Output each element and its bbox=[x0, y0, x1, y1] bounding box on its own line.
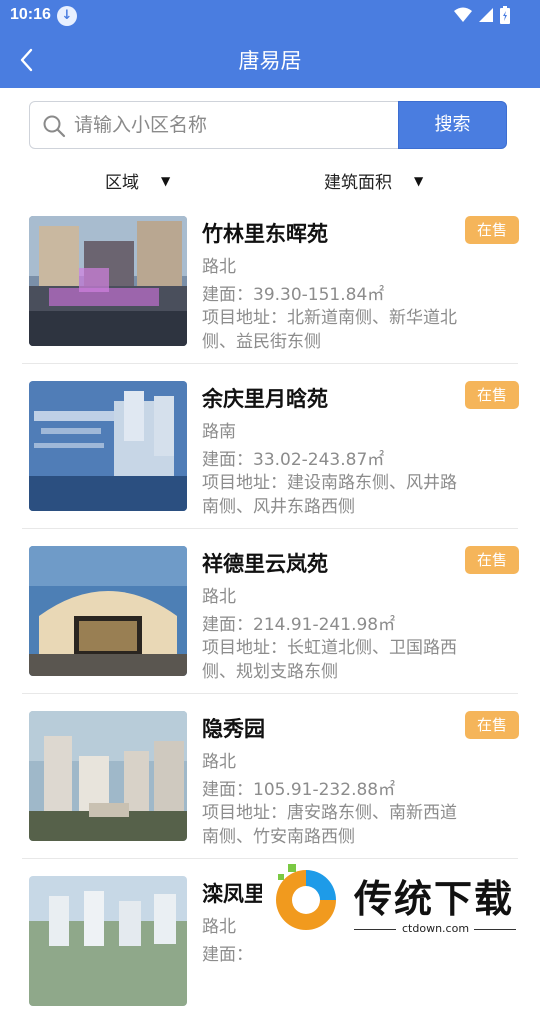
divider bbox=[354, 929, 396, 930]
listing-photo bbox=[29, 381, 187, 511]
listing-address: 项目地址：北新道南侧、新华道北侧、益民街东侧 bbox=[202, 308, 457, 352]
filter-building-area[interactable]: 建筑面积 ▼ bbox=[324, 168, 423, 193]
search-box[interactable] bbox=[29, 101, 399, 149]
status-badge: 在售 bbox=[465, 216, 519, 244]
listing-road: 路北 bbox=[202, 587, 236, 607]
watermark-logo-icon bbox=[276, 864, 336, 930]
signal-icon bbox=[479, 8, 493, 22]
list-item[interactable]: 隐秀园 路北 建面：105.91-232.88㎡ 项目地址：唐安路东侧、南新西道… bbox=[22, 695, 519, 859]
wifi-icon bbox=[454, 7, 472, 22]
listing-address: 项目地址：长虹道北侧、卫国路西侧、规划支路东侧 bbox=[202, 638, 457, 682]
listing-photo bbox=[29, 216, 187, 346]
watermark-text: 传统下载 bbox=[354, 877, 515, 921]
status-badge: 在售 bbox=[465, 381, 519, 409]
listing-address: 项目地址：唐安路东侧、南新西道南侧、竹安南路西侧 bbox=[202, 803, 457, 847]
listing-road: 路北 bbox=[202, 752, 236, 772]
listing-road: 路南 bbox=[202, 422, 236, 442]
listing-photo bbox=[29, 711, 187, 841]
listing-road: 路北 bbox=[202, 257, 236, 277]
list-item[interactable]: 余庆里月晗苑 路南 建面：33.02-243.87㎡ 项目地址：建设南路东侧、风… bbox=[22, 365, 519, 529]
listing-area: 建面：105.91-232.88㎡ bbox=[202, 780, 396, 800]
listing-name: 隐秀园 bbox=[202, 717, 265, 741]
caret-down-icon: ▼ bbox=[414, 173, 424, 188]
listing-area: 建面：33.02-243.87㎡ bbox=[202, 450, 385, 470]
search-icon bbox=[43, 115, 66, 138]
filter-area-label: 建筑面积 bbox=[324, 173, 392, 193]
caret-down-icon: ▼ bbox=[161, 173, 171, 188]
listing-name: 竹林里东晖苑 bbox=[202, 222, 328, 246]
listing-photo bbox=[29, 546, 187, 676]
status-icons bbox=[454, 6, 510, 24]
listing-name: 祥德里云岚苑 bbox=[202, 552, 328, 576]
download-icon: ↓ bbox=[57, 6, 77, 26]
divider bbox=[22, 363, 518, 364]
status-bar: 10:16 ↓ bbox=[0, 0, 540, 32]
list-item[interactable]: 祥德里云岚苑 路北 建面：214.91-241.98㎡ 项目地址：长虹道北侧、卫… bbox=[22, 530, 519, 694]
filter-district-label: 区域 bbox=[105, 173, 139, 193]
listing-area: 建面： bbox=[202, 945, 253, 965]
listing-area: 建面：39.30-151.84㎡ bbox=[202, 285, 385, 305]
status-badge: 在售 bbox=[465, 546, 519, 574]
listing-photo bbox=[29, 876, 187, 1006]
divider bbox=[22, 858, 518, 859]
battery-icon bbox=[500, 6, 510, 24]
filter-row: 区域 ▼ 建筑面积 ▼ bbox=[0, 168, 540, 198]
divider bbox=[474, 929, 516, 930]
page-title: 唐易居 bbox=[238, 49, 302, 73]
watermark: 传统下载 ctdown.com bbox=[262, 860, 540, 960]
status-time: 10:16 bbox=[10, 6, 51, 23]
search-input[interactable] bbox=[74, 102, 392, 148]
listing-area: 建面：214.91-241.98㎡ bbox=[202, 615, 396, 635]
divider bbox=[22, 528, 518, 529]
listing-name: 滦凤里 bbox=[202, 882, 265, 906]
watermark-url: ctdown.com bbox=[402, 922, 470, 935]
listing-address: 项目地址：建设南路东侧、风井路南侧、风井东路西侧 bbox=[202, 473, 457, 517]
divider bbox=[22, 693, 518, 694]
list-item[interactable]: 竹林里东晖苑 路北 建面：39.30-151.84㎡ 项目地址：北新道南侧、新华… bbox=[22, 200, 519, 364]
listing-name: 余庆里月晗苑 bbox=[202, 387, 328, 411]
app-header: 唐易居 bbox=[0, 32, 540, 88]
filter-district[interactable]: 区域 ▼ bbox=[105, 168, 170, 193]
search-bar: 搜索 bbox=[29, 101, 507, 149]
status-badge: 在售 bbox=[465, 711, 519, 739]
search-button[interactable]: 搜索 bbox=[398, 101, 507, 149]
listing-road: 路北 bbox=[202, 917, 236, 937]
